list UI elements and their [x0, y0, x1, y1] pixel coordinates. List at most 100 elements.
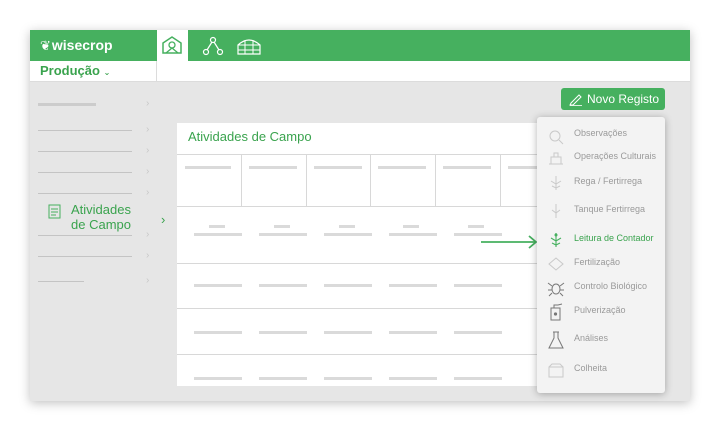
menu-item-analises[interactable]: Análises — [537, 330, 665, 350]
chevron-right-icon: › — [146, 250, 150, 261]
sidebar-item-atividades-de-campo[interactable]: Atividades de Campo › — [48, 200, 165, 234]
nav-home-tab[interactable] — [157, 30, 188, 61]
cell-placeholder — [403, 225, 419, 228]
chevron-right-icon: › — [146, 166, 150, 177]
column-header[interactable] — [314, 166, 362, 169]
menu-item-controlo-biologico[interactable]: Controlo Biológico — [537, 278, 665, 298]
cell-placeholder — [259, 331, 307, 334]
chevron-right-icon: › — [146, 275, 150, 286]
cell-placeholder — [194, 233, 242, 236]
cell-placeholder — [194, 331, 242, 334]
menu-item-label: Operações Culturais — [574, 151, 657, 161]
menu-item-operacoes-culturais[interactable]: Operações Culturais — [537, 148, 665, 168]
sidebar-item-placeholder[interactable] — [38, 235, 132, 236]
menu-item-label: Pulverização — [574, 305, 626, 315]
cell-placeholder — [324, 284, 372, 287]
greenhouse-icon[interactable] — [236, 36, 262, 56]
cell-placeholder — [209, 225, 225, 228]
fertilizer-icon — [548, 257, 564, 271]
arrow-right-icon — [481, 235, 538, 249]
table-row[interactable] — [177, 355, 545, 386]
cell-placeholder — [389, 284, 437, 287]
top-bar: ❦wisecrop — [30, 30, 690, 61]
pencil-icon — [569, 94, 582, 106]
cell-placeholder — [259, 284, 307, 287]
menu-item-tanque-fertirrega[interactable]: Tanque Fertirrega — [537, 201, 665, 221]
sidebar-item-placeholder[interactable] — [38, 256, 132, 257]
sidebar-item-label: Atividades de Campo — [71, 202, 131, 232]
chevron-down-icon: ⌄ — [103, 68, 111, 77]
home-farm-icon — [162, 36, 182, 54]
table-header-border — [177, 154, 545, 155]
column-divider — [500, 154, 501, 206]
leaf-icon: ❦ — [40, 38, 51, 53]
menu-item-observacoes[interactable]: Observações — [537, 125, 665, 145]
bug-icon — [547, 282, 565, 297]
cell-placeholder — [389, 377, 437, 380]
cell-placeholder — [454, 284, 502, 287]
column-divider — [306, 154, 307, 206]
meter-reading-icon — [550, 233, 562, 247]
menu-item-rega-fertirrega[interactable]: Rega / Fertirrega — [537, 173, 665, 193]
activities-card: Atividades de Campo — [177, 123, 545, 386]
menu-item-pulverizacao[interactable]: Pulverização — [537, 302, 665, 322]
chevron-right-icon: › — [146, 187, 150, 198]
cell-placeholder — [389, 233, 437, 236]
menu-item-label: Controlo Biológico — [574, 281, 648, 291]
flask-icon — [548, 331, 564, 349]
sensor-network-icon[interactable] — [202, 36, 224, 56]
sidebar-item-placeholder[interactable] — [38, 172, 132, 173]
cell-placeholder — [259, 233, 307, 236]
sidebar-item-placeholder[interactable] — [38, 103, 96, 106]
irrigation-icon — [550, 176, 562, 190]
new-record-button[interactable]: Novo Registo — [561, 88, 665, 110]
new-record-menu: Observações Operações Culturais Rega / F… — [537, 117, 665, 393]
cell-placeholder — [389, 331, 437, 334]
chevron-right-icon: › — [161, 212, 166, 227]
chevron-right-icon: › — [146, 145, 150, 156]
cell-placeholder — [324, 377, 372, 380]
cell-placeholder — [454, 331, 502, 334]
new-record-label: Novo Registo — [587, 92, 660, 106]
crop-operations-icon — [549, 152, 563, 165]
column-header[interactable] — [378, 166, 426, 169]
menu-item-label: Rega / Fertirrega — [574, 176, 643, 186]
cell-placeholder — [274, 225, 290, 228]
logo[interactable]: ❦wisecrop — [40, 37, 113, 54]
table-row[interactable] — [177, 264, 545, 308]
column-header[interactable] — [508, 166, 538, 169]
menu-item-label: Análises — [574, 333, 609, 343]
cell-placeholder — [194, 377, 242, 380]
sidebar-item-placeholder[interactable] — [38, 193, 132, 194]
cell-placeholder — [324, 331, 372, 334]
tank-icon — [551, 204, 561, 218]
harvest-icon — [548, 363, 564, 378]
menu-item-label: Observações — [574, 128, 628, 138]
menu-item-leitura-de-contador[interactable]: Leitura de Contador — [537, 230, 665, 250]
menu-item-fertilizacao[interactable]: Fertilização — [537, 254, 665, 274]
chevron-right-icon: › — [146, 124, 150, 135]
sprayer-icon — [550, 303, 563, 321]
menu-item-label: Tanque Fertirrega — [574, 204, 646, 214]
section-bar: Produção ⌄ — [30, 61, 690, 82]
section-selector[interactable]: Produção ⌄ — [40, 63, 110, 78]
cell-placeholder — [339, 225, 355, 228]
menu-item-colheita[interactable]: Colheita — [537, 360, 665, 380]
column-header[interactable] — [443, 166, 491, 169]
sidebar-item-placeholder[interactable] — [38, 281, 84, 282]
observation-icon — [549, 130, 564, 145]
column-divider — [241, 154, 242, 206]
cell-placeholder — [194, 284, 242, 287]
menu-item-label: Colheita — [574, 363, 608, 373]
cell-placeholder — [468, 225, 484, 228]
card-title: Atividades de Campo — [188, 129, 312, 144]
section-title: Produção — [40, 63, 100, 78]
menu-item-label: Fertilização — [574, 257, 621, 267]
cell-placeholder — [324, 233, 372, 236]
cell-placeholder — [454, 377, 502, 380]
sidebar-item-placeholder[interactable] — [38, 130, 132, 131]
column-header[interactable] — [249, 166, 297, 169]
column-header[interactable] — [185, 166, 231, 169]
table-row[interactable] — [177, 309, 545, 353]
sidebar-item-placeholder[interactable] — [38, 151, 132, 152]
